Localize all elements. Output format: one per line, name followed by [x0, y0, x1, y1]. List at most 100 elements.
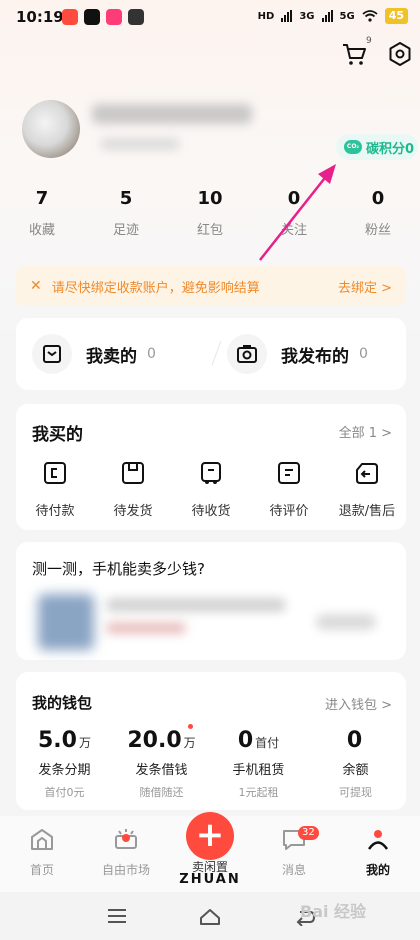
- tab-label: 我的: [365, 863, 390, 877]
- profile-icon: [367, 830, 389, 850]
- order-refund-aftersale[interactable]: 退款/售后: [328, 460, 406, 519]
- order-pending-payment[interactable]: 待付款: [16, 460, 94, 519]
- my-sold-button[interactable]: 我卖的 0: [16, 334, 211, 374]
- stat-value: 5: [119, 188, 133, 209]
- messages-badge: 32: [298, 826, 319, 840]
- order-pending-receipt[interactable]: 待收货: [172, 460, 250, 519]
- notification-app-icon: [62, 9, 78, 25]
- carbon-points-label: 碳积分0: [366, 141, 415, 157]
- red-dot-badge: [188, 724, 193, 729]
- wallet-value: 20.0: [127, 728, 182, 753]
- wallet-card: 我的钱包 进入钱包 > 5.0 万 发条分期 首付0元 20.0 万 发条借钱 随借…: [16, 672, 406, 810]
- my-bought-card: 我买的 全部 1 > 待付款 待发货 待收货 待评价 退款/售后: [16, 404, 406, 530]
- wallet-sublabel: 可提现: [339, 786, 372, 799]
- wallet-unit: 万: [78, 736, 91, 750]
- view-all-orders-link[interactable]: 全部 1 >: [339, 422, 392, 441]
- valuation-button-blurred[interactable]: [316, 614, 376, 630]
- tab-label: 首页: [29, 863, 54, 877]
- phone-valuation-title: 测一测，手机能卖多少钱?: [32, 560, 205, 578]
- wallet-label: 手机租赁: [232, 763, 285, 778]
- status-right: HD 3G 5G 45: [258, 8, 408, 24]
- tab-mine[interactable]: 我的: [336, 826, 420, 878]
- order-status-label: 待发货: [113, 504, 153, 519]
- wallet-balance[interactable]: 0 余额 可提现: [307, 728, 404, 800]
- cart-icon[interactable]: [340, 40, 368, 68]
- tab-messages[interactable]: 消息: [252, 826, 336, 878]
- watermark: Bai 经验: [300, 902, 367, 921]
- avatar[interactable]: [22, 100, 80, 158]
- refund-icon: [356, 463, 378, 484]
- wallet-value: 0: [237, 728, 254, 753]
- product-image-blurred: [38, 594, 94, 650]
- stat-footprints[interactable]: 5 足迹: [84, 188, 168, 238]
- stat-label: 收藏: [28, 223, 55, 238]
- stat-following[interactable]: 0 关注: [252, 188, 336, 238]
- stat-label: 粉丝: [364, 223, 391, 238]
- wallet-installment[interactable]: 5.0 万 发条分期 首付0元: [16, 728, 113, 800]
- notice-message: 请尽快绑定收款账户，避免影响结算: [51, 280, 260, 296]
- stats-row: 7 收藏 5 足迹 10 红包 0 关注 0 粉丝: [0, 188, 420, 238]
- wallet-phone-rental[interactable]: 0 首付 手机租赁 1元起租: [210, 728, 307, 800]
- sell-publish-card: 我卖的 0 我发布的 0: [16, 318, 406, 390]
- order-pending-shipment[interactable]: 待发货: [94, 460, 172, 519]
- enter-wallet-link[interactable]: 进入钱包 >: [325, 694, 392, 713]
- market-icon: [115, 829, 137, 849]
- tiktok-icon: [84, 9, 100, 25]
- stat-followers[interactable]: 0 粉丝: [336, 188, 420, 238]
- wallet-sublabel: 1元起租: [238, 786, 279, 799]
- bind-account-link[interactable]: 去绑定 >: [338, 277, 392, 296]
- carbon-points-button[interactable]: CO₂ 碳积分0: [336, 134, 418, 160]
- truck-icon: [201, 462, 221, 484]
- phone-valuation-card[interactable]: 测一测，手机能卖多少钱?: [16, 542, 406, 660]
- sell-plus-button[interactable]: +: [186, 812, 234, 860]
- tab-home[interactable]: 首页: [0, 826, 84, 878]
- stat-value: 7: [35, 188, 49, 209]
- signal-icon: [281, 10, 293, 22]
- wallet-sublabel: 首付0元: [44, 786, 85, 799]
- stat-label: 红包: [196, 223, 223, 238]
- wallet-icon: [44, 462, 66, 484]
- notification-app-icon: [128, 9, 144, 25]
- order-pending-review[interactable]: 待评价: [250, 460, 328, 519]
- wallet-loan[interactable]: 20.0 万 发条借钱 随借随还: [113, 724, 210, 800]
- bind-account-notice: ✕ 请尽快绑定收款账户，避免影响结算 去绑定 >: [16, 266, 406, 306]
- stat-value: 0: [287, 188, 301, 209]
- sold-icon: [32, 334, 72, 374]
- my-published-button[interactable]: 我发布的 0: [211, 334, 406, 374]
- signal-icon: [321, 10, 333, 22]
- wallet-label: 余额: [342, 763, 369, 778]
- brand-logo: ZHUAN: [179, 872, 241, 887]
- wallet-value: 5.0: [38, 728, 77, 753]
- tab-market[interactable]: 自由市场: [84, 826, 168, 878]
- status-bar: 10:19 HD 3G 5G 45: [0, 0, 420, 34]
- stat-value: 10: [197, 188, 223, 209]
- my-published-label: 我发布的: [281, 346, 349, 367]
- stat-value: 0: [371, 188, 385, 209]
- tab-label: 自由市场: [101, 863, 150, 877]
- notification-app-icon: [106, 9, 122, 25]
- username-blurred[interactable]: [92, 104, 252, 124]
- stat-favorites[interactable]: 7 收藏: [0, 188, 84, 238]
- status-time: 10:19: [16, 8, 64, 26]
- menu-icon[interactable]: [106, 906, 128, 926]
- my-bought-title: 我买的: [32, 425, 83, 445]
- settings-icon[interactable]: [386, 40, 414, 68]
- order-status-label: 待评价: [269, 504, 309, 519]
- camera-icon: [227, 334, 267, 374]
- wallet-unit: 首付: [255, 736, 280, 750]
- home-nav-icon[interactable]: [199, 906, 221, 926]
- notification-icons: [62, 9, 144, 25]
- box-icon: [122, 462, 144, 484]
- product-price-blurred: [106, 622, 186, 634]
- tab-label: 消息: [281, 863, 306, 877]
- close-icon[interactable]: ✕: [30, 278, 42, 294]
- my-sold-label: 我卖的: [86, 346, 137, 367]
- wallet-label: 发条分期: [38, 763, 91, 778]
- stat-label: 关注: [280, 223, 307, 238]
- cart-badge: 9: [366, 36, 372, 46]
- wallet-sublabel: 随借随还: [139, 786, 184, 799]
- battery-indicator: 45: [384, 8, 408, 24]
- stat-red-packets[interactable]: 10 红包: [168, 188, 252, 238]
- wallet-title: 我的钱包: [32, 694, 93, 712]
- hd-label: HD: [257, 10, 275, 22]
